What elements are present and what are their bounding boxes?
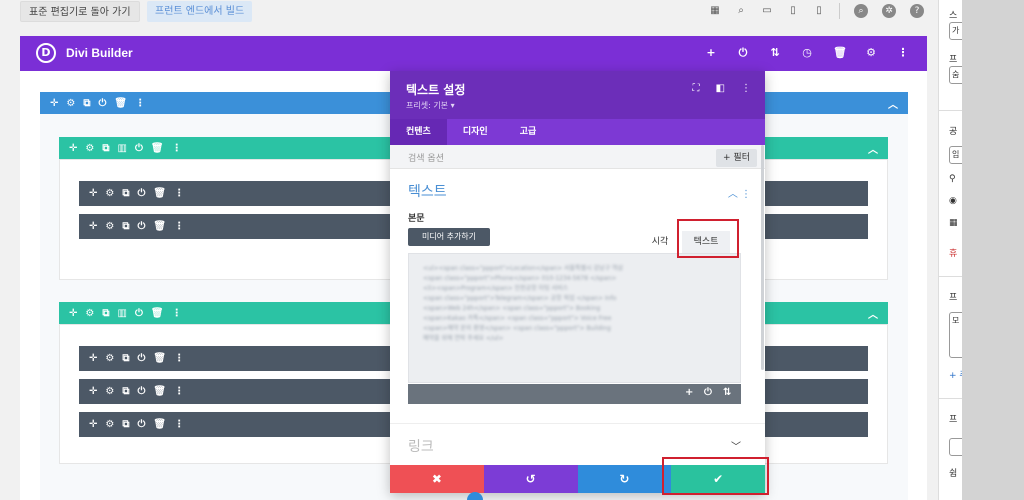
back-to-standard-editor-button[interactable]: 표준 편집기로 돌아 가기 [20,1,140,22]
eye-icon: ◉ [949,196,957,206]
trash-icon[interactable]: 🗑 [833,46,847,60]
zoom-icon[interactable]: ⌕ [735,5,747,17]
add-media-button[interactable]: 미디어 추가하기 [408,228,490,246]
gear-icon[interactable]: ⚙ [66,98,75,109]
power-icon[interactable]: ⏻ [737,46,749,60]
admin-top-strip: 표준 편집기로 돌아 가기 프런트 엔드에서 빌드 ▦ ⌕ ▭ ▯ ▯ ⌕ ✲ … [0,0,930,26]
help-icon[interactable]: ? [910,4,924,18]
move-icon[interactable]: ✛ [50,98,58,109]
search-input[interactable]: 검색 옵션 [408,151,444,164]
body-label: 본문 [408,214,425,224]
text-settings-modal: 텍스트 설정 프리셋: 기본 ▾ ⛶ ◧ ⋮ 컨텐츠 디자인 고급 검색 옵션 … [390,71,765,493]
wp-settings-sidebar: 스 가 프 숨 공 임 ⚲ ◉ ▦ 휴 프 모 + 주 프 쉼 [938,0,962,500]
add-icon[interactable]: + [705,46,717,60]
chevron-up-icon[interactable]: ︿ [868,306,878,321]
settings-icon[interactable]: ✲ [882,4,896,18]
gear-icon[interactable]: ⚙ [865,46,877,60]
sidebar-select[interactable]: 숨 [949,66,962,84]
filter-button[interactable]: + 필터 [716,149,757,167]
trash-icon[interactable]: 🗑 [151,143,164,154]
visual-mode-tab[interactable]: 시각 [640,231,680,253]
sidebar-select[interactable]: 가 [949,22,962,40]
power-icon[interactable]: ⏻ [99,98,107,109]
add-link[interactable]: + 주 [949,368,962,381]
sort-icon[interactable]: ⇅ [769,46,781,60]
editor-toolbar: + ⏻ ⇅ [408,384,741,404]
link-group-heading[interactable]: 링크 [408,436,434,456]
tab-design[interactable]: 디자인 [447,119,504,145]
more-icon[interactable]: ⋮ [172,143,182,154]
sidebar-select[interactable]: 임 [949,146,962,164]
trash-link[interactable]: 휴 [949,246,957,259]
redo-button[interactable]: ↻ [577,465,672,493]
desktop-icon[interactable]: ▭ [761,5,773,17]
sidebar-input[interactable] [949,438,962,456]
divi-builder-header: D Divi Builder + ⏻ ⇅ ◷ 🗑 ⚙ ⋮ [20,36,927,71]
tablet-icon[interactable]: ▯ [787,5,799,17]
columns-icon[interactable]: ▥ [118,143,127,154]
sidebar-label: 프 [949,293,958,303]
search-options-bar[interactable]: 검색 옵션 + 필터 [390,145,765,169]
divider [839,3,840,19]
divi-logo: D [36,43,56,63]
sidebar-label: 프 [949,415,958,425]
duplicate-icon[interactable]: ⧉ [102,143,109,154]
wireframe-icon[interactable]: ▦ [709,5,721,17]
pin-icon: ⚲ [949,174,956,184]
body-editor-textarea[interactable]: <ul><span class="ppport">Location</span>… [408,253,741,383]
highlight-save [662,457,769,495]
preset-selector[interactable]: 프리셋: 기본 ▾ [406,100,455,111]
modal-header: 텍스트 설정 프리셋: 기본 ▾ ⛶ ◧ ⋮ [390,71,765,119]
sidebar-icon[interactable]: ◧ [716,83,725,94]
group-toggle-icons[interactable]: ︿ ⋮ [728,185,751,200]
text-group-heading[interactable]: 텍스트 [408,181,447,201]
modal-scrollbar[interactable] [761,145,764,370]
highlight-text-mode [677,219,739,258]
chevron-up-icon[interactable]: ︿ [868,141,878,156]
sidebar-list[interactable]: 모 [949,312,962,358]
sidebar-label: 쉼 [949,469,958,479]
modal-title: 텍스트 설정 [406,83,466,97]
duplicate-icon[interactable]: ⧉ [83,98,90,109]
trash-icon[interactable]: 🗑 [114,98,127,109]
more-icon[interactable]: ⋮ [135,98,145,109]
calendar-icon: ▦ [949,218,958,228]
build-on-frontend-button[interactable]: 프런트 엔드에서 빌드 [147,1,253,22]
power-icon[interactable]: ⏻ [704,387,712,398]
expand-icon[interactable]: ⛶ [693,83,700,94]
tab-advanced[interactable]: 고급 [504,119,553,145]
add-icon[interactable]: + [685,387,693,398]
tab-content[interactable]: 컨텐츠 [390,119,447,145]
more-icon[interactable]: ⋮ [741,83,751,94]
gear-icon[interactable]: ⚙ [85,143,94,154]
move-icon[interactable]: ✛ [69,143,77,154]
sort-icon[interactable]: ⇅ [723,387,731,398]
view-mode-icons: ▦ ⌕ ▭ ▯ ▯ ⌕ ✲ ? [709,3,924,19]
chevron-down-icon[interactable]: ﹀ [731,438,741,453]
search-icon[interactable]: ⌕ [854,4,868,18]
divider [390,423,765,424]
chevron-up-icon[interactable]: ︿ [888,96,898,111]
modal-tabs: 컨텐츠 디자인 고급 [390,119,765,145]
more-icon[interactable]: ⋮ [897,46,909,60]
phone-icon[interactable]: ▯ [813,5,825,17]
history-icon[interactable]: ◷ [801,46,813,60]
page-margin [962,0,1024,500]
cancel-button[interactable]: ✖ [390,465,484,493]
builder-title: Divi Builder [66,46,133,60]
sidebar-label: 공 [949,127,958,137]
sidebar-label: 스 [949,11,958,21]
sidebar-label: 프 [949,55,958,65]
undo-button[interactable]: ↺ [483,465,578,493]
power-icon[interactable]: ⏻ [135,143,143,154]
